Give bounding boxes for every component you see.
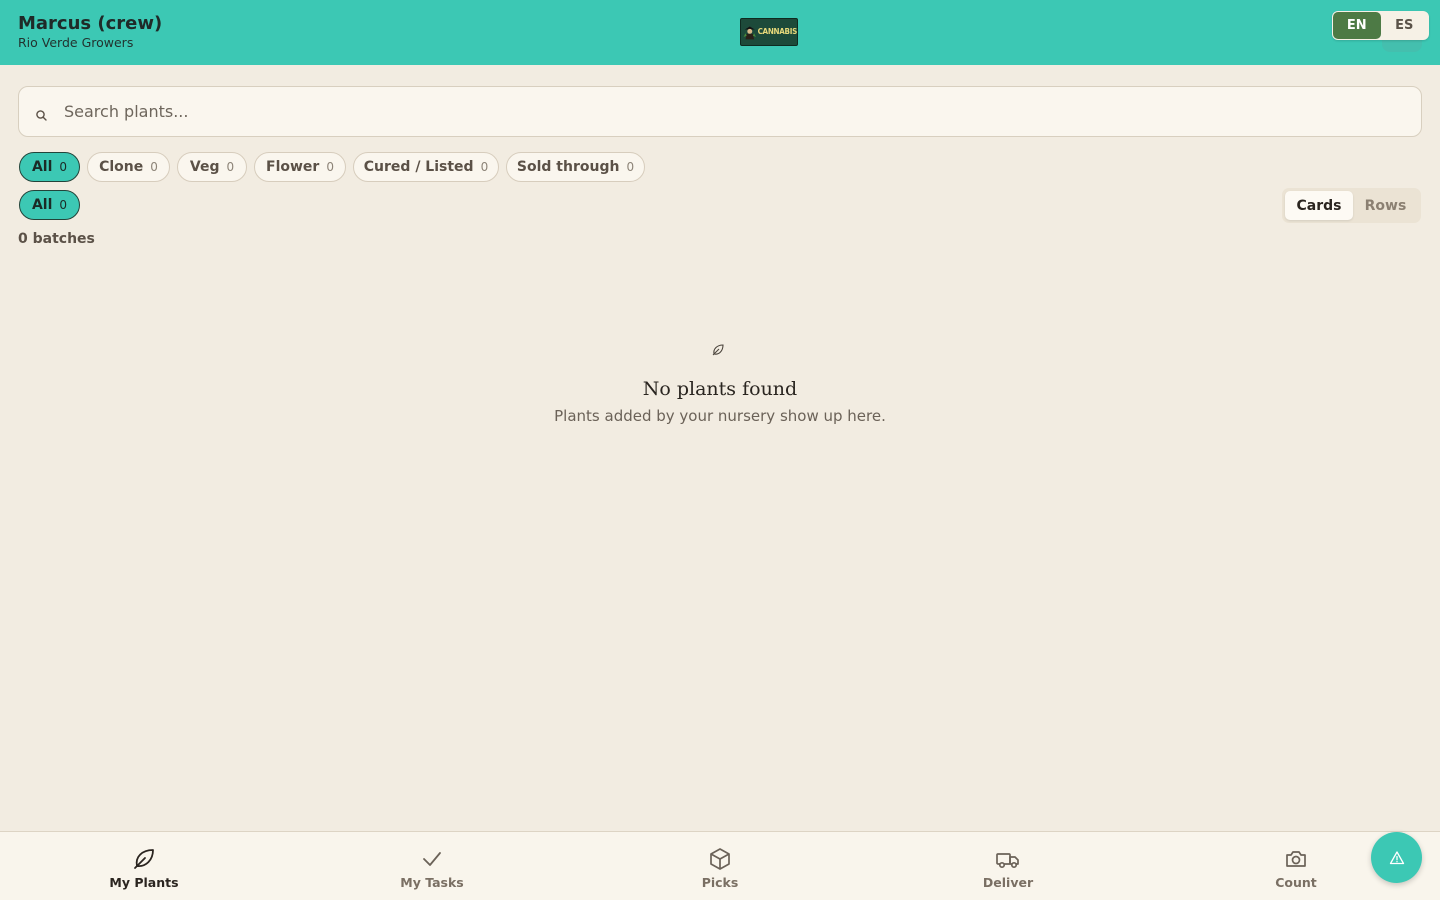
camera-icon [1286, 851, 1306, 867]
chip-count: 0 [59, 198, 68, 212]
nav-label: Count [1275, 875, 1317, 890]
filter-chip-clone[interactable]: Clone 0 [87, 152, 170, 182]
chip-count: 0 [226, 160, 235, 174]
filter-chip-flower[interactable]: Flower 0 [254, 152, 346, 182]
nav-picks[interactable]: Picks [650, 832, 790, 900]
nav-label: My Tasks [400, 875, 464, 890]
nav-my-plants[interactable]: My Plants [74, 832, 214, 900]
search-bar [18, 86, 1422, 137]
language-toggle: EN ES [1332, 11, 1429, 40]
chip-label: All [31, 197, 53, 213]
leaf-icon [134, 849, 154, 869]
secondary-filter-chip-all[interactable]: All 0 [19, 190, 80, 220]
filter-chip-veg[interactable]: Veg 0 [177, 152, 247, 182]
logo-text: CANNABIS [757, 27, 797, 36]
nav-deliver[interactable]: Deliver [938, 832, 1078, 900]
batch-count: 0 batches [18, 231, 95, 247]
chip-label: Clone [99, 159, 144, 175]
view-toggle: Cards Rows [1282, 188, 1421, 223]
org-name: Rio Verde Growers [18, 35, 134, 50]
top-header: Marcus (crew) Rio Verde Growers CANNABIS… [0, 0, 1440, 65]
chip-count: 0 [480, 160, 489, 174]
leaf-icon [712, 344, 724, 356]
chip-count: 0 [326, 160, 334, 174]
cards-view-button[interactable]: Cards [1285, 191, 1353, 220]
report-issue-button[interactable] [1371, 832, 1422, 883]
lang-es-button[interactable]: ES [1381, 12, 1429, 39]
search-input[interactable] [64, 87, 1404, 136]
chip-label: Flower [266, 159, 320, 175]
lang-en-button[interactable]: EN [1333, 12, 1381, 39]
empty-state-title: No plants found [642, 378, 798, 400]
box-icon [710, 848, 730, 870]
bottom-nav: My Plants My Tasks Picks Deliver Count [0, 831, 1440, 900]
empty-state-subtitle: Plants added by your nursery show up her… [554, 407, 886, 425]
nav-my-tasks[interactable]: My Tasks [362, 832, 502, 900]
chip-count: 0 [59, 160, 68, 174]
brand-logo: CANNABIS [740, 18, 798, 46]
filter-chip-all[interactable]: All 0 [19, 152, 80, 182]
alert-triangle-icon [1389, 850, 1404, 864]
nav-count[interactable]: Count [1226, 832, 1366, 900]
chip-count: 0 [150, 160, 158, 174]
truck-icon [996, 853, 1019, 869]
filter-chip-cured-listed[interactable]: Cured / Listed 0 [353, 152, 499, 182]
chip-label: All [31, 159, 53, 175]
user-name: Marcus (crew) [18, 13, 163, 34]
lang-toggle-shadow [1382, 40, 1422, 52]
search-icon [36, 110, 47, 121]
check-icon [423, 852, 441, 866]
chip-label: Cured / Listed [363, 159, 474, 175]
chip-count: 0 [626, 160, 635, 174]
nav-label: Deliver [982, 875, 1034, 890]
chip-label: Sold through [516, 159, 620, 175]
nav-label: My Plants [109, 875, 179, 890]
logo-figure-icon [743, 24, 757, 40]
filter-chip-sold-through[interactable]: Sold through 0 [506, 152, 645, 182]
chip-label: Veg [189, 159, 220, 175]
rows-view-button[interactable]: Rows [1353, 191, 1418, 220]
nav-label: Picks [701, 875, 739, 890]
